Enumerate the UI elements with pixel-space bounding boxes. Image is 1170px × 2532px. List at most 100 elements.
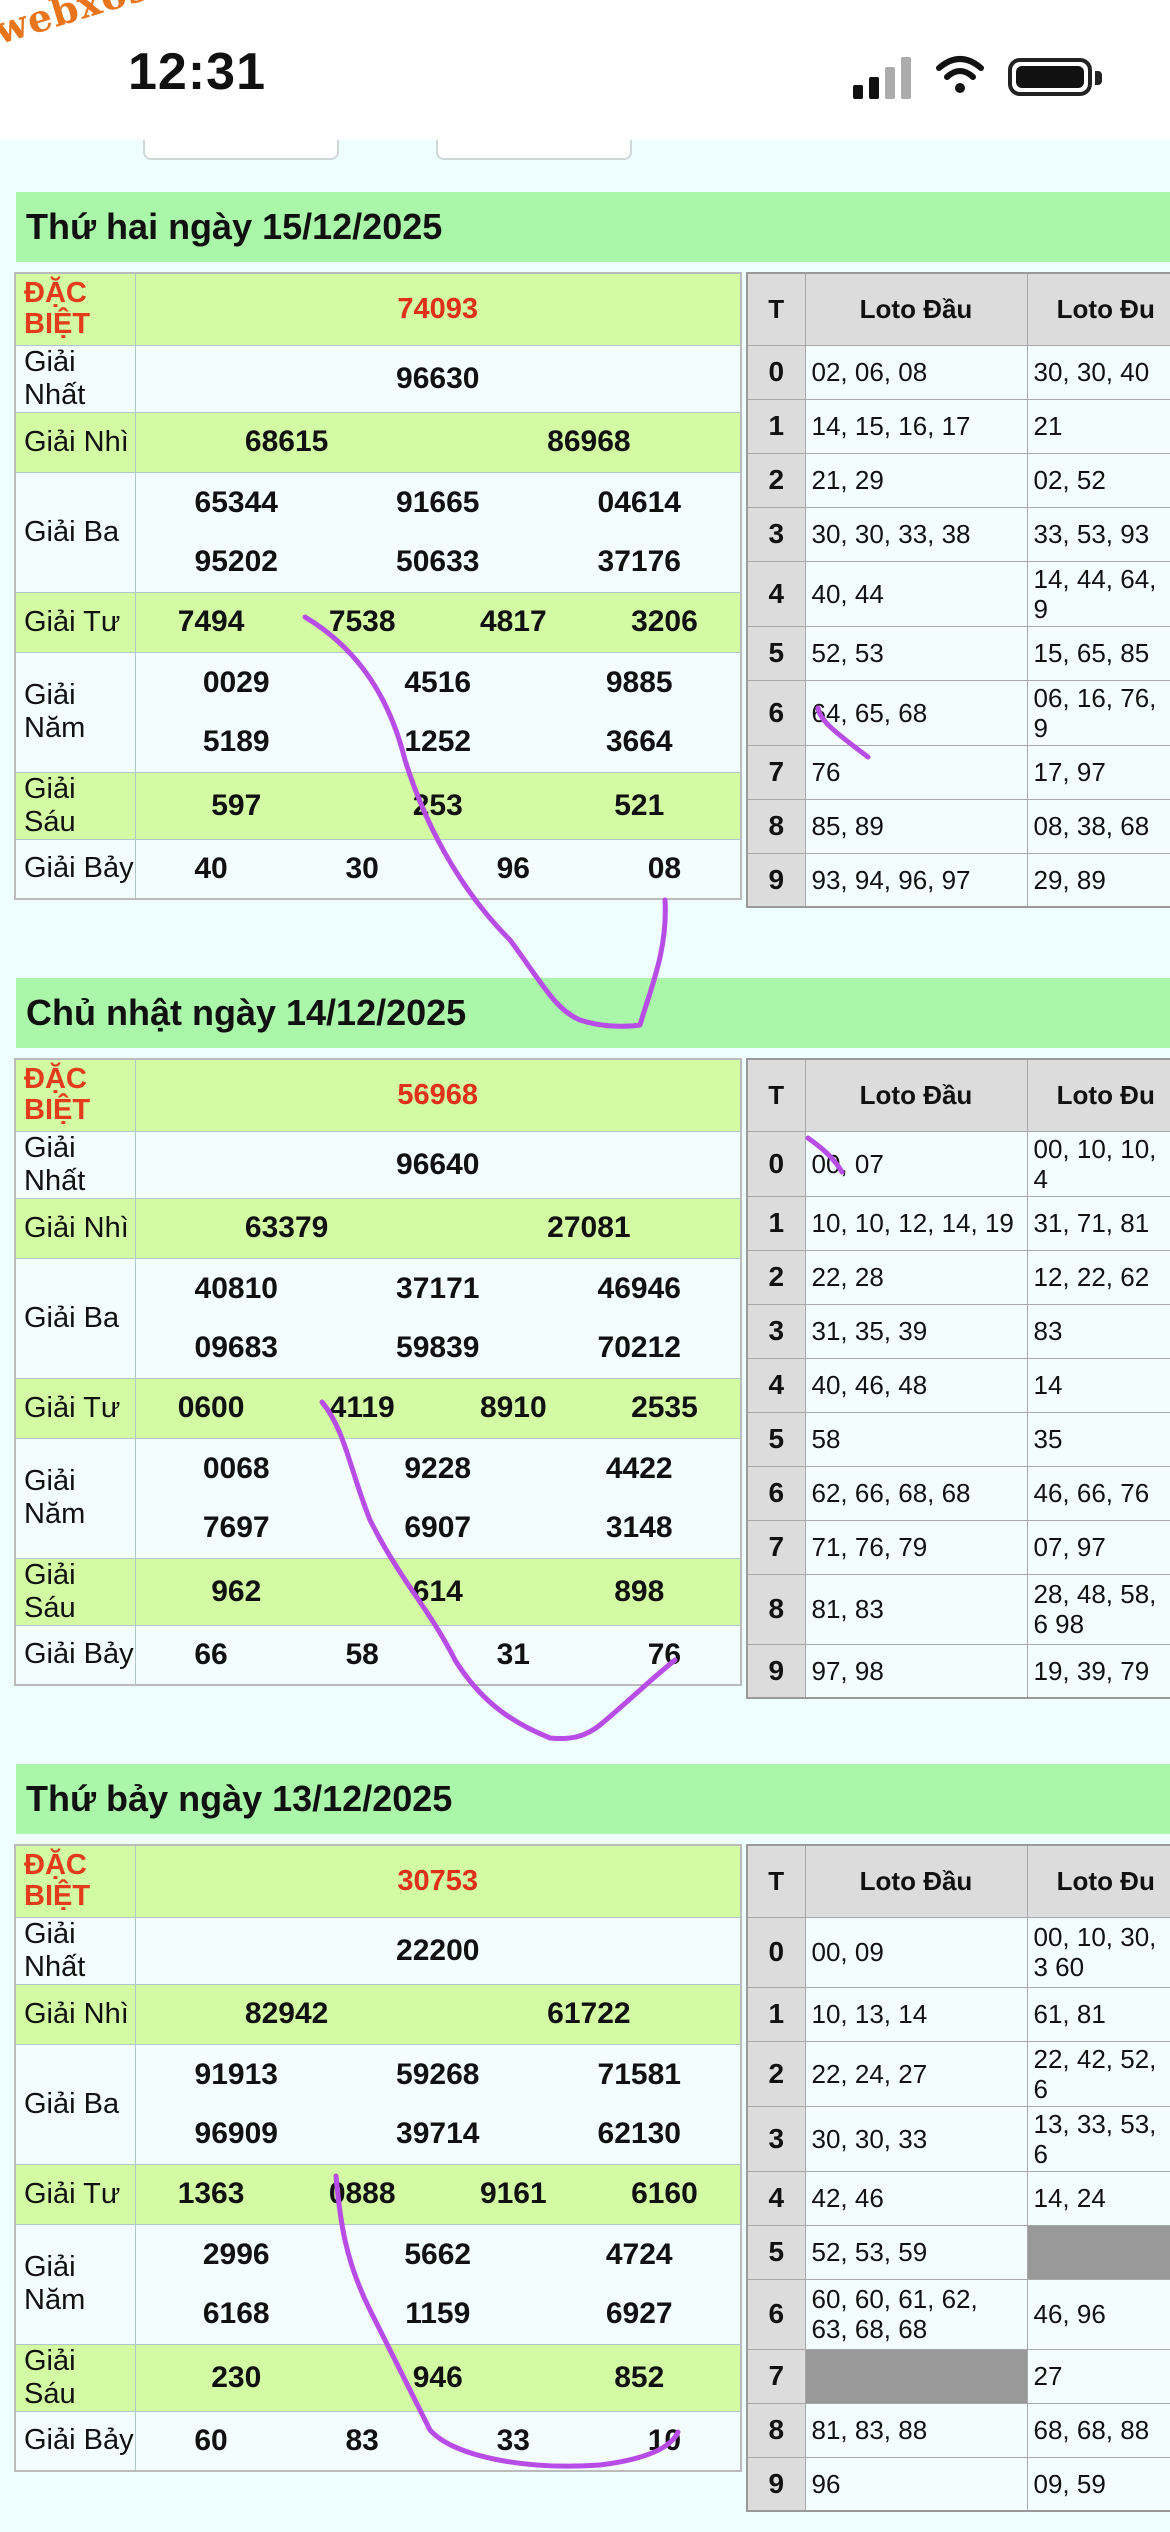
loto-duoi-values: 31, 71, 81 — [1026, 1195, 1170, 1251]
loto-dau-values: 85, 89 — [804, 798, 1028, 854]
prize-label: Giải Nhì — [14, 411, 136, 473]
prize-number: 40 — [194, 851, 228, 885]
loto-head-duoi: Loto Đu — [1026, 272, 1170, 346]
loto-dau-values: 52, 53, 59 — [804, 2224, 1028, 2280]
special-prize-number: 56968 — [134, 1058, 742, 1132]
loto-row: 8 81, 83 28, 48, 58, 6 98 — [746, 1573, 1170, 1645]
loto-digit: 7 — [746, 744, 806, 800]
prize-label: Giải Tư — [14, 2163, 136, 2225]
prize-label: Giải Sáu — [14, 771, 136, 840]
loto-row: 0 00, 09 00, 10, 30, 3 60 — [746, 1916, 1170, 1988]
loto-duoi-values: 14, 24 — [1026, 2170, 1170, 2226]
prize-row-fifth: Giải Năm 0029 4516 9885 5189 1252 3664 — [14, 651, 742, 773]
loto-duoi-values: 17, 97 — [1026, 744, 1170, 800]
loto-dau-values: 22, 24, 27 — [804, 2040, 1028, 2107]
prize-number: 0888 — [328, 2177, 396, 2210]
loto-table: T Loto Đầu Loto Đu 0 02, 06, 08 30, 30, … — [746, 272, 1170, 908]
prize-number: 6160 — [631, 2177, 698, 2210]
loto-duoi-values: 46, 96 — [1026, 2278, 1170, 2350]
prize-number: 83 — [345, 2423, 379, 2457]
prize-number: 0600 — [177, 1391, 245, 1424]
prize-row-seventh: Giải Bảy 40 30 96 08 — [14, 838, 742, 900]
prize-row-seventh: Giải Bảy 60 83 33 10 — [14, 2410, 742, 2472]
prize-number: 614 — [412, 1574, 463, 1608]
loto-digit: 1 — [746, 1986, 806, 2042]
prize-number: 4817 — [479, 605, 547, 638]
loto-dau-values: 93, 94, 96, 97 — [804, 852, 1028, 908]
prize-label: Giải Nhất — [14, 1916, 136, 1985]
loto-digit: 9 — [746, 1643, 806, 1699]
loto-digit: 5 — [746, 625, 806, 681]
date-from-input[interactable] — [143, 140, 339, 160]
date-to-input[interactable] — [436, 140, 632, 160]
prize-label-special: ĐẶC BIỆT — [14, 1058, 136, 1132]
loto-row: 5 52, 53, 59 — [746, 2224, 1170, 2280]
prize-row-sixth: Giải Sáu 962 614 898 — [14, 1557, 742, 1626]
loto-head-t: T — [746, 1058, 806, 1132]
prize-number: 22200 — [396, 1933, 480, 1967]
loto-digit: 8 — [746, 2402, 806, 2458]
loto-row: 7 76 17, 97 — [746, 744, 1170, 800]
prize-number: 95202 — [194, 544, 278, 578]
prize-number: 59268 — [396, 2057, 480, 2091]
loto-digit: 1 — [746, 398, 806, 454]
prize-number: 96630 — [396, 361, 480, 395]
prize-number: 59839 — [396, 1330, 480, 1364]
loto-duoi-values: 61, 81 — [1026, 1986, 1170, 2042]
prize-row-fifth: Giải Năm 2996 5662 4724 6168 1159 6927 — [14, 2223, 742, 2345]
loto-duoi-values: 00, 10, 30, 3 60 — [1026, 1916, 1170, 1988]
loto-digit: 0 — [746, 344, 806, 400]
loto-head-dau: Loto Đầu — [804, 272, 1028, 346]
prize-number: 62130 — [597, 2116, 681, 2150]
loto-row: 2 21, 29 02, 52 — [746, 452, 1170, 508]
loto-row: 1 10, 13, 14 61, 81 — [746, 1986, 1170, 2042]
loto-dau-values: 10, 10, 12, 14, 19 — [804, 1195, 1028, 1251]
loto-digit: 2 — [746, 452, 806, 508]
loto-digit: 3 — [746, 506, 806, 562]
prize-number: 4119 — [329, 1391, 395, 1424]
loto-dau-values: 02, 06, 08 — [804, 344, 1028, 400]
loto-head-dau: Loto Đầu — [804, 1058, 1028, 1132]
loto-row: 5 52, 53 15, 65, 85 — [746, 625, 1170, 681]
prize-number: 5662 — [404, 2237, 472, 2271]
prize-row-seventh: Giải Bảy 66 58 31 76 — [14, 1624, 742, 1686]
prize-number: 2535 — [631, 1391, 698, 1424]
loto-dau-values: 81, 83 — [804, 1573, 1028, 1645]
prize-number: 27081 — [547, 1211, 631, 1244]
prize-number: 962 — [211, 1574, 262, 1608]
prize-number: 10 — [647, 2423, 682, 2457]
prize-row-fourth: Giải Tư 0600 4119 8910 2535 — [14, 1377, 742, 1439]
loto-dau-values: 60, 60, 61, 62, 63, 68, 68 — [804, 2278, 1028, 2350]
loto-digit: 4 — [746, 560, 806, 627]
prize-number: 58 — [345, 1637, 379, 1671]
prize-table: ĐẶC BIỆT 30753 Giải Nhất 22200 Giải Nhì … — [14, 1844, 742, 2472]
loto-row: 1 14, 15, 16, 17 21 — [746, 398, 1170, 454]
loto-dau-values: 14, 15, 16, 17 — [804, 398, 1028, 454]
loto-digit: 2 — [746, 1249, 806, 1305]
loto-duoi-values: 06, 16, 76, 9 — [1026, 679, 1170, 746]
section-date-title: Chủ nhật ngày 14/12/2025 — [16, 978, 1170, 1048]
prize-number: 0029 — [202, 665, 270, 699]
prize-row-sixth: Giải Sáu 230 946 852 — [14, 2343, 742, 2412]
prize-label: Giải Bảy — [14, 1624, 136, 1686]
loto-digit: 3 — [746, 2105, 806, 2172]
prize-number: 40810 — [194, 1271, 278, 1305]
loto-digit: 3 — [746, 1303, 806, 1359]
prize-number: 39714 — [396, 2116, 480, 2150]
loto-duoi-values — [1026, 2224, 1170, 2280]
prize-label: Giải Ba — [14, 2043, 136, 2165]
prize-row-special: ĐẶC BIỆT 74093 — [14, 272, 742, 346]
prize-number: 66 — [194, 1637, 228, 1671]
loto-digit: 0 — [746, 1130, 806, 1197]
loto-digit: 4 — [746, 1357, 806, 1413]
prize-number: 37171 — [396, 1271, 480, 1305]
prize-number: 68615 — [244, 425, 329, 458]
loto-row: 1 10, 10, 12, 14, 19 31, 71, 81 — [746, 1195, 1170, 1251]
loto-row: 9 93, 94, 96, 97 29, 89 — [746, 852, 1170, 908]
prize-number: 82942 — [244, 1997, 329, 2030]
loto-dau-values: 00, 07 — [804, 1130, 1028, 1197]
loto-dau-values — [804, 2348, 1028, 2404]
loto-head-t: T — [746, 272, 806, 346]
section-date-title: Thứ bảy ngày 13/12/2025 — [16, 1764, 1170, 1834]
prize-number: 4516 — [404, 665, 472, 699]
